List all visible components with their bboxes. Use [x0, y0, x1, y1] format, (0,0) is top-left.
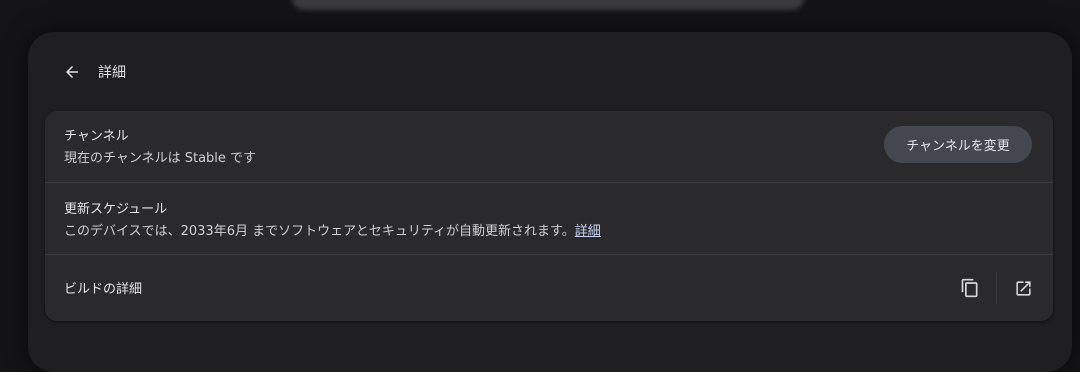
icon-divider — [996, 272, 997, 304]
details-link[interactable]: 詳細 — [575, 224, 601, 239]
page-header: 詳細 — [60, 58, 126, 86]
channel-title: チャンネル — [64, 129, 129, 144]
update-schedule-row: 更新スケジュール このデバイスでは、2033年6月 までソフトウェアとセキュリテ… — [45, 182, 1053, 254]
about-card: チャンネル 現在のチャンネルは Stable です チャンネルを変更 更新スケジ… — [45, 111, 1053, 321]
update-schedule-title: 更新スケジュール — [64, 202, 168, 217]
arrow-left-icon — [66, 66, 78, 78]
change-channel-button[interactable]: チャンネルを変更 — [884, 126, 1032, 163]
build-details-row[interactable]: ビルドの詳細 — [45, 254, 1053, 321]
update-schedule-text: このデバイスでは、2033年6月 までソフトウェアとセキュリティが自動更新されま… — [64, 224, 575, 239]
channel-subtitle: 現在のチャンネルは Stable です — [64, 151, 257, 166]
back-button[interactable] — [60, 60, 84, 84]
copy-button[interactable] — [956, 274, 984, 302]
update-schedule-subtitle: このデバイスでは、2033年6月 までソフトウェアとセキュリティが自動更新されま… — [64, 220, 601, 239]
open-build-details-button[interactable] — [1009, 274, 1037, 302]
copy-icon — [961, 278, 978, 298]
page-title: 詳細 — [98, 65, 126, 81]
top-search-bar-edge — [292, 0, 804, 10]
build-details-title: ビルドの詳細 — [64, 282, 143, 297]
channel-row: チャンネル 現在のチャンネルは Stable です チャンネルを変更 — [45, 111, 1053, 182]
open-in-new-icon — [1015, 280, 1031, 296]
